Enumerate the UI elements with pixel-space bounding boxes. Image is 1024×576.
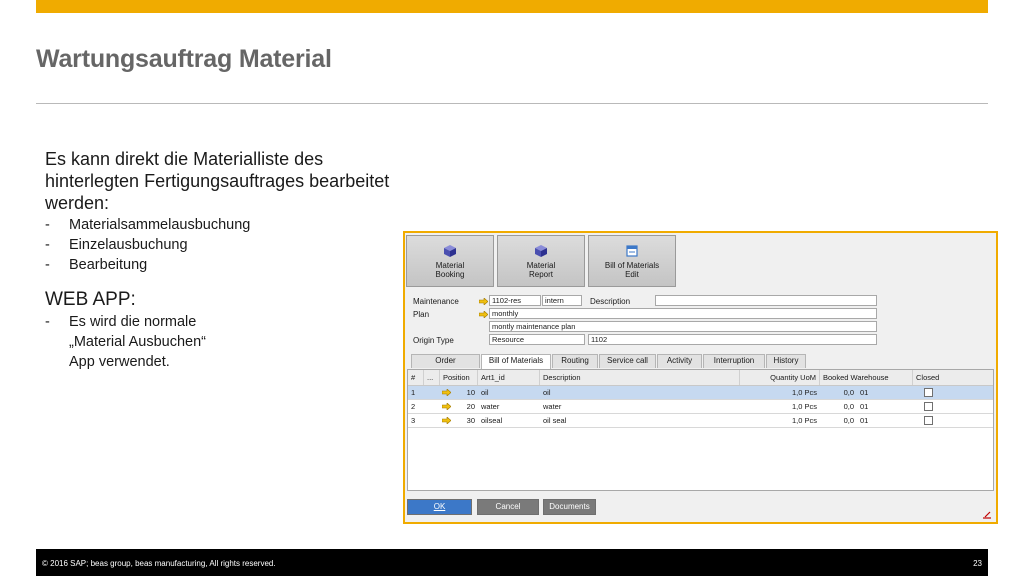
grid-header: # ... Position Art1_id Description Quant… <box>408 370 993 386</box>
feature-bullet: - Bearbeitung <box>45 257 148 273</box>
ok-button[interactable]: OK <box>407 499 472 515</box>
link-arrow-icon[interactable] <box>479 311 488 318</box>
position-cell: 20 <box>466 402 475 411</box>
feature-text: Bearbeitung <box>69 257 148 273</box>
tab-service-call[interactable]: Service call <box>599 354 656 368</box>
description-cell[interactable]: oil <box>540 386 740 399</box>
art-id-cell[interactable]: water <box>478 400 540 413</box>
warehouse-cell[interactable]: 01 <box>857 386 913 399</box>
slide-text: Es kann direkt die Materialliste des hin… <box>45 148 415 372</box>
description-input[interactable] <box>655 295 877 306</box>
documents-button[interactable]: Documents <box>543 499 596 515</box>
art-id-cell[interactable]: oil <box>478 386 540 399</box>
column-header-position[interactable]: Position <box>440 370 478 385</box>
column-header-closed[interactable]: Closed <box>913 370 993 385</box>
quantity-cell[interactable]: 1,0 Pcs <box>740 400 820 413</box>
edit-document-icon <box>626 245 638 257</box>
booked-cell: 0,0 <box>843 402 854 411</box>
tab-interruption[interactable]: Interruption <box>703 354 765 368</box>
plan-label: Plan <box>413 310 430 319</box>
webapp-heading: WEB APP: <box>45 289 136 310</box>
position-cell: 10 <box>466 388 475 397</box>
art-id-cell[interactable]: oilseal <box>478 414 540 427</box>
webapp-line: „Material Ausbuchen“ <box>69 334 207 350</box>
row-number: 1 <box>411 388 416 397</box>
maintenance-code-input[interactable]: intern <box>542 295 582 306</box>
table-row[interactable]: 2 20 water water 1,0 Pcs 0,0 01 <box>408 400 993 414</box>
table-row[interactable]: 3 30 oilseal oil seal 1,0 Pcs 0,0 01 <box>408 414 993 428</box>
column-header-quantity-uom[interactable]: Quantity UoM <box>740 370 820 385</box>
table-row[interactable]: 1 10 oil oil 1,0 Pcs 0,0 01 <box>408 386 993 400</box>
quantity-cell[interactable]: 1,0 Pcs <box>740 386 820 399</box>
tab-order[interactable]: Order <box>411 354 480 368</box>
copyright-text: © 2016 SAP; beas group, beas manufacturi… <box>42 559 276 568</box>
title-divider <box>36 103 988 104</box>
toolbar-button-label: Material Booking <box>435 261 465 279</box>
position-cell: 30 <box>466 416 475 425</box>
material-report-button[interactable]: Material Report <box>497 235 585 287</box>
bill-of-materials-edit-button[interactable]: Bill of Materials Edit <box>588 235 676 287</box>
feature-bullet: - Materialsammelausbuchung <box>45 217 251 233</box>
top-accent-bar <box>36 0 988 13</box>
webapp-line: Es wird die normale <box>69 314 197 330</box>
feature-list: - Materialsammelausbuchung - Einzelausbuch… <box>45 215 415 275</box>
intro-paragraph: Es kann direkt die Materialliste des hin… <box>45 149 390 213</box>
maintenance-label: Maintenance <box>413 297 459 306</box>
column-header-more[interactable]: ... <box>424 370 440 385</box>
feature-bullet: - Einzelausbuchung <box>45 237 188 253</box>
description-label: Description <box>590 297 631 306</box>
plan-description-input[interactable]: montly maintenance plan <box>489 321 877 332</box>
warehouse-cell[interactable]: 01 <box>857 414 913 427</box>
booked-cell: 0,0 <box>843 416 854 425</box>
row-number: 2 <box>411 402 416 411</box>
column-header-description[interactable]: Description <box>540 370 740 385</box>
column-header-booked-warehouse[interactable]: Booked Warehouse <box>820 370 913 385</box>
closed-checkbox[interactable] <box>924 402 933 411</box>
maintenance-order-window: Material Booking Material Report Bill of… <box>403 231 998 524</box>
tab-activity[interactable]: Activity <box>657 354 702 368</box>
plan-input[interactable]: monthly <box>489 308 877 319</box>
booked-cell: 0,0 <box>843 388 854 397</box>
column-header-number[interactable]: # <box>408 370 424 385</box>
feature-text: Einzelausbuchung <box>69 237 188 253</box>
bill-of-materials-grid: # ... Position Art1_id Description Quant… <box>407 369 994 491</box>
footer-bar: © 2016 SAP; beas group, beas manufacturi… <box>36 549 988 576</box>
tab-routing[interactable]: Routing <box>552 354 598 368</box>
description-cell[interactable]: oil seal <box>540 414 740 427</box>
webapp-line: App verwendet. <box>69 354 170 370</box>
closed-checkbox[interactable] <box>924 416 933 425</box>
feature-text: Materialsammelausbuchung <box>69 217 251 233</box>
closed-checkbox[interactable] <box>924 388 933 397</box>
tab-history[interactable]: History <box>766 354 806 368</box>
row-number: 3 <box>411 416 416 425</box>
link-arrow-icon[interactable] <box>479 298 488 305</box>
column-header-art1-id[interactable]: Art1_id <box>478 370 540 385</box>
cube-icon <box>535 245 547 257</box>
description-cell[interactable]: water <box>540 400 740 413</box>
origin-type-select[interactable]: Resource <box>489 334 585 345</box>
page-number: 23 <box>973 559 982 568</box>
quantity-cell[interactable]: 1,0 Pcs <box>740 414 820 427</box>
origin-type-label: Origin Type <box>413 336 454 345</box>
origin-input[interactable]: 1102 <box>588 334 877 345</box>
toolbar-button-label: Material Report <box>526 261 556 279</box>
warehouse-cell[interactable]: 01 <box>857 400 913 413</box>
tab-bill-of-materials[interactable]: Bill of Materials <box>481 354 551 369</box>
cancel-button[interactable]: Cancel <box>477 499 539 515</box>
toolbar-button-label: Bill of Materials Edit <box>604 261 660 279</box>
slide-title: Wartungsauftrag Material <box>36 45 332 73</box>
material-booking-button[interactable]: Material Booking <box>406 235 494 287</box>
maintenance-input[interactable]: 1102-res <box>489 295 541 306</box>
resize-grip-icon[interactable] <box>982 511 992 519</box>
cube-icon <box>444 245 456 257</box>
webapp-bullet: - Es wird die normale „Material Ausbuche… <box>45 312 415 372</box>
